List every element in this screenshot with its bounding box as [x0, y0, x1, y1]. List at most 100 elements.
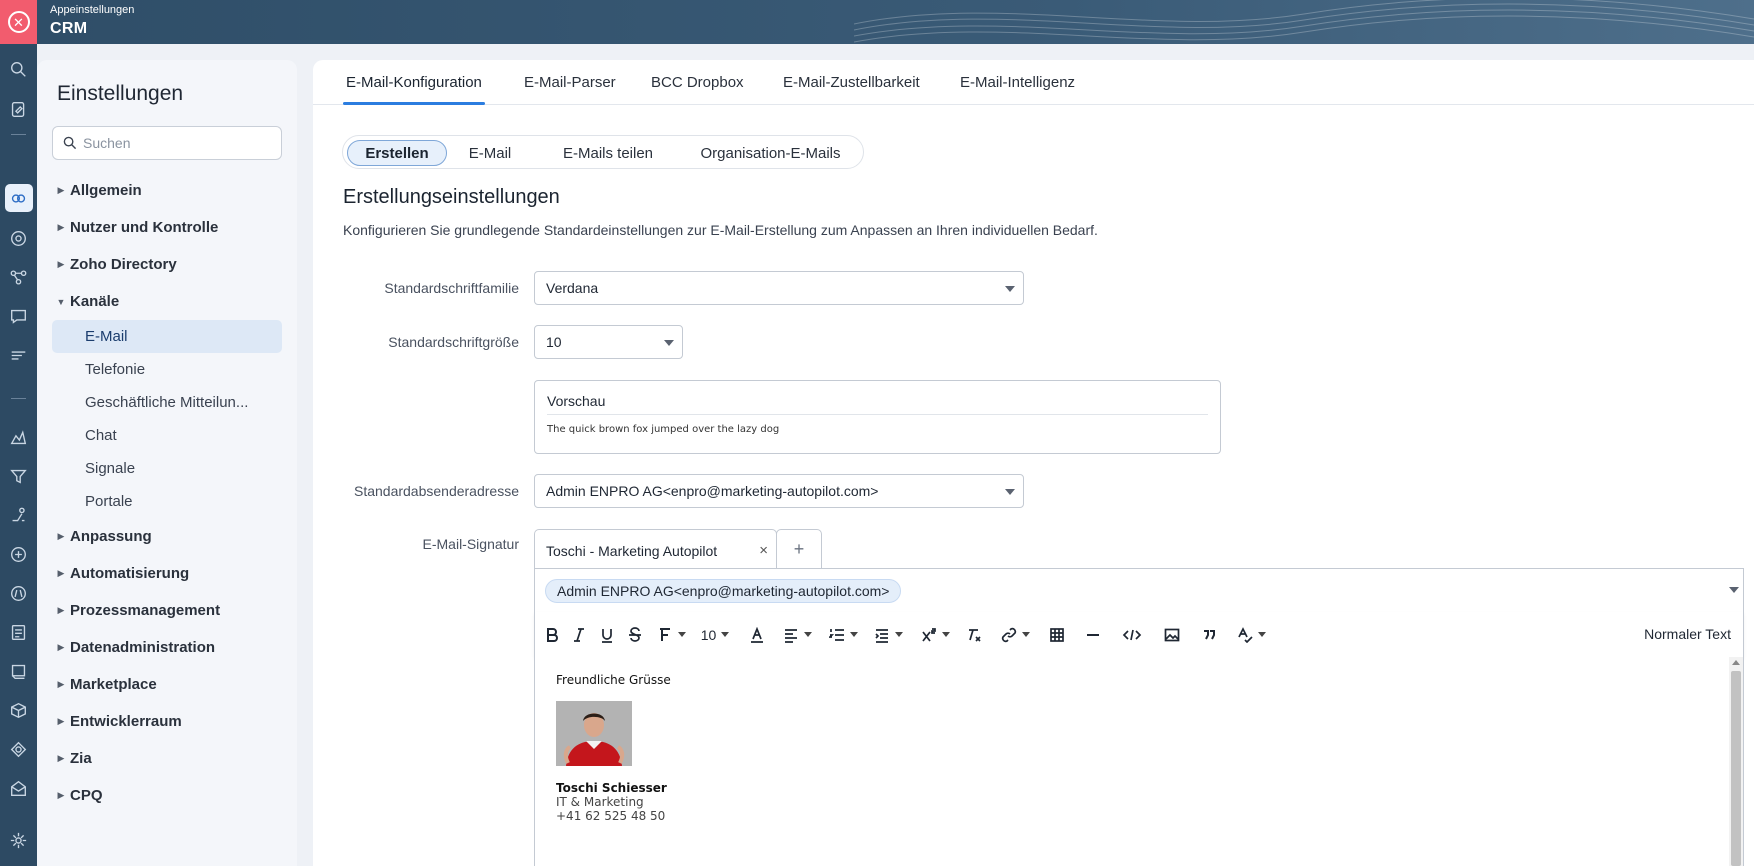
expand-caret-icon: ▶ [57, 222, 65, 232]
indent-button[interactable] [870, 612, 906, 657]
ordered-list-button[interactable] [825, 612, 861, 657]
quote-icon [1204, 629, 1215, 639]
signature-tab-label: Toschi - Marketing Autopilot [546, 542, 718, 559]
font-size-select[interactable]: 10 [534, 325, 683, 359]
target-icon[interactable] [0, 734, 37, 764]
table-button[interactable] [1046, 612, 1068, 657]
sender-chip[interactable]: Admin ENPRO AG<enpro@marketing-autopilot… [545, 579, 902, 603]
search-input[interactable] [83, 135, 273, 151]
sidebar-item-zia[interactable]: ▶ Zia [52, 740, 282, 777]
scrollbar-thumb[interactable] [1731, 671, 1741, 866]
align-button[interactable] [779, 612, 815, 657]
blockquote-button[interactable] [1198, 612, 1220, 657]
journey-icon[interactable] [0, 500, 37, 530]
sidebar-item-automatisierung[interactable]: ▶ Automatisierung [52, 555, 282, 592]
text-color-button[interactable] [746, 612, 768, 657]
font-size-button[interactable]: 10 [697, 612, 733, 657]
rail-separator [11, 398, 26, 399]
sidebar-item-allgemein[interactable]: ▶ Allgemein [52, 172, 282, 209]
horizontal-rule-button[interactable] [1082, 612, 1104, 657]
app-rail: ✕ [0, 0, 37, 866]
sidebar-subitem-geschaeftliche-mitteilungen[interactable]: Geschäftliche Mitteilun... [52, 386, 282, 419]
preview-sample: The quick brown fox jumped over the lazy… [547, 424, 780, 435]
expand-caret-icon: ▶ [57, 605, 65, 615]
funnel-icon[interactable] [0, 461, 37, 491]
settings-icon[interactable] [0, 825, 37, 855]
tab-email-intelligenz[interactable]: E-Mail-Intelligenz [960, 74, 1075, 104]
underline-button[interactable] [596, 612, 618, 657]
sidebar-subitem-portale[interactable]: Portale [52, 485, 282, 518]
sidebar-item-marketplace[interactable]: ▶ Marketplace [52, 666, 282, 703]
link-button[interactable] [997, 612, 1033, 657]
cube-icon[interactable] [0, 695, 37, 725]
preview-divider [547, 414, 1208, 415]
superscript-button[interactable] [917, 612, 953, 657]
sidebar-subitem-chat[interactable]: Chat [52, 419, 282, 452]
close-icon: ✕ [7, 11, 30, 33]
code-icon [1122, 629, 1142, 640]
analytics-icon[interactable] [0, 422, 37, 452]
add-signature-button[interactable]: + [776, 529, 822, 569]
expand-caret-icon: ▶ [57, 716, 65, 726]
chat-icon[interactable] [0, 301, 37, 331]
spellcheck-button[interactable] [1233, 612, 1269, 657]
chevron-down-icon [1021, 632, 1030, 637]
email-at-icon[interactable] [0, 223, 37, 253]
block-style-dropdown[interactable]: Normaler Text [1644, 626, 1731, 642]
forms-icon[interactable] [0, 617, 37, 647]
editor-scrollbar[interactable] [1729, 657, 1743, 866]
font-family-button[interactable] [655, 612, 687, 657]
tab-bcc-dropbox[interactable]: BCC Dropbox [651, 74, 744, 104]
clear-format-button[interactable] [963, 612, 985, 657]
workflow-icon[interactable] [0, 262, 37, 292]
sidebar-item-nutzer-und-kontrolle[interactable]: ▶ Nutzer und Kontrolle [52, 209, 282, 246]
sidebar-item-kanaele[interactable]: ▼ Kanäle [52, 283, 282, 320]
font-family-select[interactable]: Verdana [534, 271, 1024, 305]
tab-email-konfiguration[interactable]: E-Mail-Konfiguration [343, 74, 485, 105]
tab-email-parser[interactable]: E-Mail-Parser [524, 74, 616, 104]
close-icon[interactable]: × [759, 542, 768, 559]
app-header: Appeinstellungen CRM [37, 0, 1754, 44]
insert-image-button[interactable] [1161, 612, 1183, 657]
sender-value: Admin ENPRO AG<enpro@marketing-autopilot… [546, 483, 879, 499]
indent-icon [874, 628, 888, 643]
link-icon [1001, 627, 1016, 642]
expand-caret-icon: ▶ [57, 642, 65, 652]
signature-editor[interactable]: Freundliche Grüsse Toschi Schiesser IT &… [534, 657, 1744, 866]
font-size-value: 10 [546, 334, 562, 350]
rail-search-icon[interactable] [0, 54, 37, 84]
channels-icon[interactable] [0, 183, 37, 213]
email-tabs: E-Mail-Konfiguration E-Mail-Parser BCC D… [313, 60, 1754, 105]
horizontal-rule-icon [1087, 633, 1099, 636]
portal-icon[interactable] [0, 656, 37, 686]
close-settings-button[interactable]: ✕ [0, 0, 37, 44]
sidebar-item-anpassung[interactable]: ▶ Anpassung [52, 518, 282, 555]
bold-button[interactable] [541, 612, 563, 657]
strikethrough-button[interactable] [624, 612, 646, 657]
sidebar-item-prozessmanagement[interactable]: ▶ Prozessmanagement [52, 592, 282, 629]
source-code-button[interactable] [1118, 612, 1146, 657]
sidebar-subitem-telefonie[interactable]: Telefonie [52, 353, 282, 386]
sidebar-item-zoho-directory[interactable]: ▶ Zoho Directory [52, 246, 282, 283]
signature-from-select[interactable]: Admin ENPRO AG<enpro@marketing-autopilot… [534, 568, 1744, 613]
signature-tab[interactable]: Toschi - Marketing Autopilot × [534, 529, 777, 571]
notes-icon[interactable] [0, 94, 37, 124]
scroll-up-icon[interactable] [1732, 660, 1740, 665]
sidebar-item-entwicklerraum[interactable]: ▶ Entwicklerraum [52, 703, 282, 740]
pill-organisation-emails[interactable]: Organisation-E-Mails [688, 140, 853, 166]
spellcheck-icon [1237, 626, 1253, 643]
pill-erstellen[interactable]: Erstellen [347, 140, 447, 166]
sidebar-item-datenadministration[interactable]: ▶ Datenadministration [52, 629, 282, 666]
italic-button[interactable] [568, 612, 590, 657]
sidebar-subitem-signale[interactable]: Signale [52, 452, 282, 485]
signal-icon[interactable] [0, 340, 37, 370]
pill-emails-teilen[interactable]: E-Mails teilen [548, 140, 668, 166]
sidebar-item-cpq[interactable]: ▶ CPQ [52, 777, 282, 814]
apps-icon[interactable] [0, 539, 37, 569]
tab-email-zustellbarkeit[interactable]: E-Mail-Zustellbarkeit [783, 74, 920, 104]
code-icon[interactable] [0, 578, 37, 608]
sender-select[interactable]: Admin ENPRO AG<enpro@marketing-autopilot… [534, 474, 1024, 508]
inbox-icon[interactable] [0, 773, 37, 803]
sidebar-subitem-email[interactable]: E-Mail [52, 320, 282, 353]
pill-email[interactable]: E-Mail [455, 140, 525, 166]
